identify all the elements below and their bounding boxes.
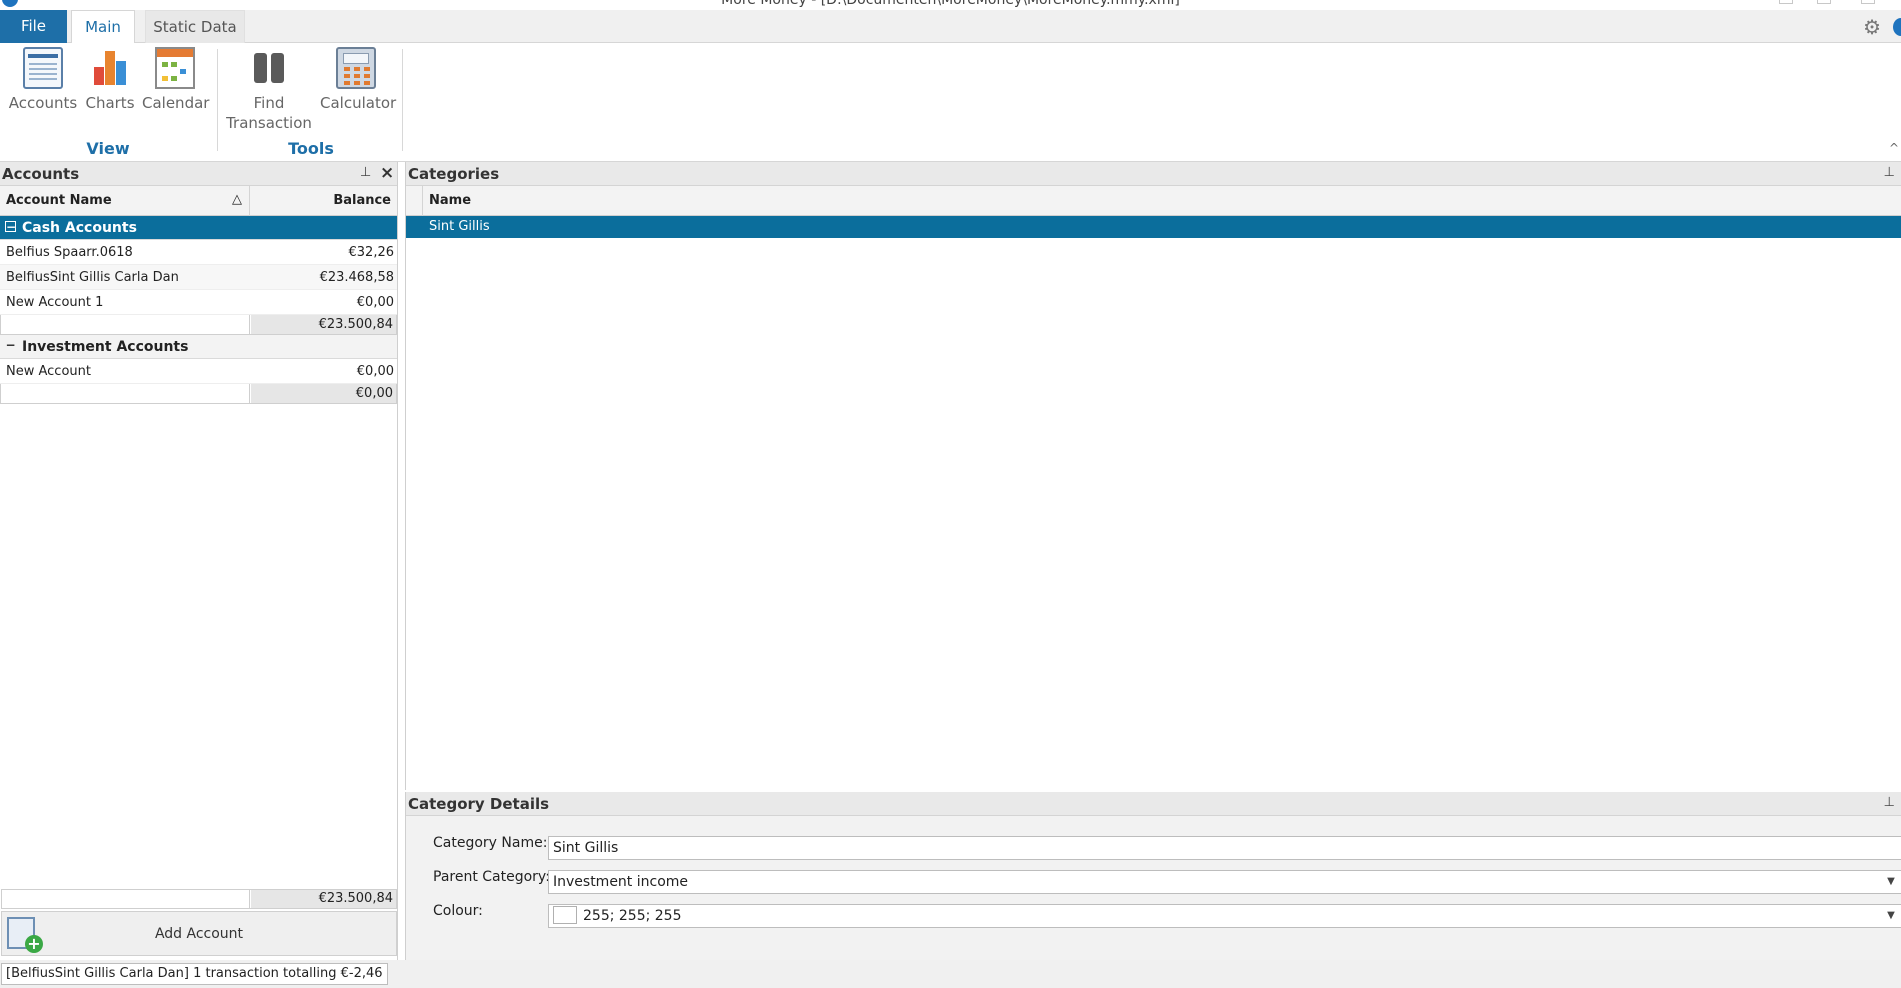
colour-swatch	[553, 905, 577, 924]
tools-group-label: Tools	[288, 139, 334, 158]
column-header-balance[interactable]: Balance	[333, 193, 391, 208]
tab-main[interactable]: Main	[71, 10, 135, 44]
bar-chart-icon	[90, 47, 130, 89]
collapse-icon[interactable]: −	[5, 221, 16, 233]
total-spacer	[2, 890, 250, 908]
group-separator	[402, 49, 403, 151]
group-investment-accounts[interactable]: − Investment Accounts	[0, 335, 397, 359]
find-button-label-line1: Find	[253, 94, 285, 112]
close-button[interactable]	[1861, 0, 1875, 4]
tab-static-data[interactable]: Static Data	[145, 10, 245, 43]
category-name-field[interactable]: Sint Gillis	[548, 836, 1901, 860]
group-cash-accounts[interactable]: − Cash Accounts	[0, 216, 397, 240]
accounts-total-row: €23.500,84	[1, 889, 397, 909]
accounts-total: €23.500,84	[251, 890, 396, 908]
account-name: BelfiusSint Gillis Carla Dan	[6, 270, 179, 285]
view-group-label: View	[86, 139, 130, 158]
category-name-value: Sint Gillis	[553, 840, 619, 856]
tab-file[interactable]: File	[0, 10, 67, 43]
add-account-button[interactable]: + Add Account	[1, 911, 397, 956]
calculator-button-label: Calculator	[320, 94, 397, 112]
accounts-button-label: Accounts	[8, 94, 78, 112]
account-balance: €0,00	[356, 295, 394, 310]
account-balance: €23.468,58	[319, 270, 394, 285]
account-row[interactable]: New Account €0,00	[0, 359, 397, 384]
categories-panel-title: Categories	[408, 165, 500, 183]
account-name: Belfius Spaarr.0618	[6, 245, 133, 260]
minimize-button[interactable]	[1779, 0, 1793, 4]
pin-icon[interactable]: ⊥	[1884, 795, 1895, 810]
title-bar: More Money - [D:\Documenten\MoreMoney\Mo…	[0, 0, 1901, 10]
account-row[interactable]: Belfius Spaarr.0618 €32,26	[0, 240, 397, 265]
categories-column-headers: Name	[406, 186, 1901, 216]
maximize-button[interactable]	[1817, 0, 1831, 4]
group-subtotal: €0,00	[251, 384, 396, 403]
categories-panel: Categories ⊥ Name Sint Gillis	[405, 162, 1901, 790]
group-label: Investment Accounts	[22, 339, 189, 355]
details-panel-title: Category Details	[408, 795, 550, 813]
subtotal-spacer	[1, 384, 250, 403]
account-name: New Account	[6, 364, 91, 379]
details-panel-header: Category Details ⊥	[406, 792, 1901, 816]
accounts-panel-header: Accounts ⊥ ×	[0, 162, 397, 186]
accounts-panel-title: Accounts	[2, 165, 80, 183]
categories-panel-header: Categories ⊥	[406, 162, 1901, 186]
accounts-column-headers: Account Name △ Balance	[0, 186, 397, 216]
category-row[interactable]: Sint Gillis	[406, 216, 1901, 238]
chevron-down-icon[interactable]: ▼	[1881, 871, 1901, 893]
group-separator	[217, 49, 218, 151]
ribbon: Accounts Charts Calendar View Find Trans…	[0, 43, 1901, 162]
group-subtotal: €23.500,84	[251, 315, 396, 334]
category-name: Sint Gillis	[429, 219, 490, 234]
binoculars-icon	[249, 47, 289, 89]
column-header-name[interactable]: Name	[429, 193, 471, 208]
account-row[interactable]: New Account 1 €0,00	[0, 290, 397, 315]
category-name-label: Category Name:	[433, 835, 548, 851]
category-details-panel: Category Details ⊥ Category Name: Sint G…	[405, 792, 1901, 960]
calculator-icon	[336, 47, 376, 89]
sort-ascending-icon[interactable]: △	[232, 192, 242, 207]
collapse-ribbon-icon[interactable]: ^	[1889, 141, 1899, 155]
account-name: New Account 1	[6, 295, 104, 310]
collapse-icon[interactable]: −	[5, 339, 16, 351]
parent-category-label: Parent Category:	[433, 869, 550, 885]
ribbon-tab-bar: File Main Static Data ⚙	[0, 10, 1901, 44]
colour-select[interactable]: 255; 255; 255 ▼	[548, 904, 1901, 928]
account-row[interactable]: BelfiusSint Gillis Carla Dan €23.468,58	[0, 265, 397, 290]
colour-value: 255; 255; 255	[583, 908, 682, 924]
find-button-label-line2: Transaction	[226, 114, 312, 132]
column-divider[interactable]	[249, 186, 250, 216]
parent-category-value: Investment income	[553, 874, 689, 890]
calendar-icon	[155, 47, 195, 89]
chevron-down-icon[interactable]: ▼	[1881, 905, 1901, 927]
find-transaction-ribbon-button[interactable]: Find Transaction	[226, 47, 312, 133]
colour-label: Colour:	[433, 903, 483, 919]
calculator-ribbon-button[interactable]: Calculator	[320, 47, 396, 113]
calendar-ribbon-button[interactable]: Calendar	[142, 47, 210, 113]
charts-button-label: Charts	[85, 94, 135, 112]
close-icon[interactable]: ×	[380, 163, 394, 183]
charts-ribbon-button[interactable]: Charts	[85, 47, 135, 113]
status-bar: [BelfiusSint Gillis Carla Dan] 1 transac…	[0, 960, 1901, 988]
accounts-panel: Accounts ⊥ × Account Name △ Balance − Ca…	[0, 162, 398, 960]
pin-icon[interactable]: ⊥	[360, 165, 371, 180]
status-message: [BelfiusSint Gillis Carla Dan] 1 transac…	[1, 963, 388, 985]
add-account-label: Add Account	[154, 926, 244, 942]
window-title: More Money - [D:\Documenten\MoreMoney\Mo…	[721, 0, 1180, 8]
help-icon[interactable]	[1893, 18, 1901, 36]
accounts-ribbon-button[interactable]: Accounts	[8, 47, 78, 113]
subtotal-spacer	[1, 315, 250, 334]
column-header-account-name[interactable]: Account Name	[6, 193, 112, 208]
accounts-icon	[23, 47, 63, 89]
account-balance: €32,26	[348, 245, 395, 260]
account-balance: €0,00	[356, 364, 394, 379]
calendar-button-label: Calendar	[142, 94, 210, 112]
group-subtotal-row: €23.500,84	[0, 315, 397, 335]
pin-icon[interactable]: ⊥	[1884, 165, 1895, 180]
gear-icon[interactable]: ⚙	[1863, 17, 1881, 37]
parent-category-select[interactable]: Investment income ▼	[548, 870, 1901, 894]
group-label: Cash Accounts	[22, 220, 137, 236]
row-header-gutter	[406, 186, 423, 216]
group-subtotal-row: €0,00	[0, 384, 397, 404]
